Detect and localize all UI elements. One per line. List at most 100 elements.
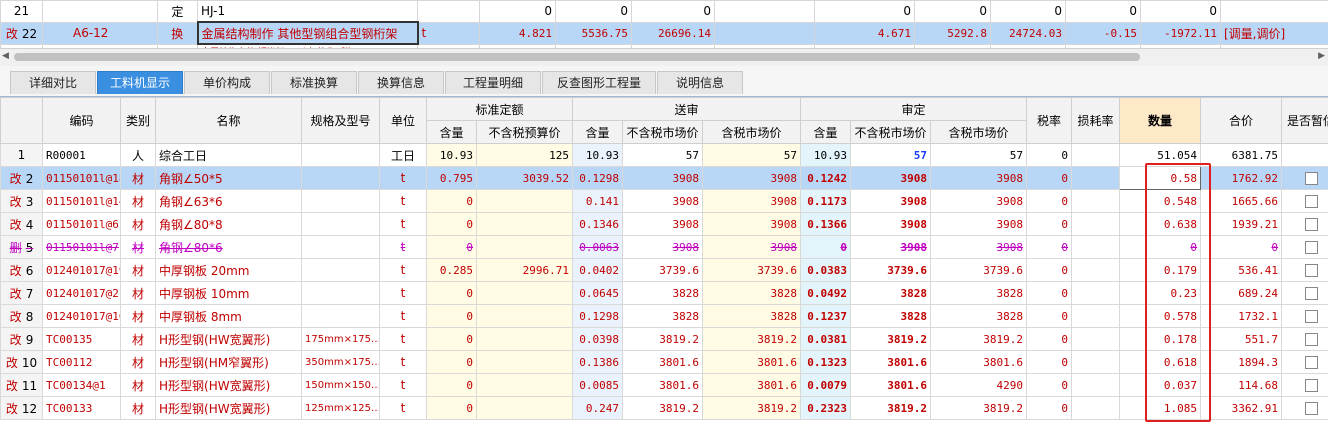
code-cell[interactable]: TC00135 <box>42 327 121 351</box>
tax-rate-cell[interactable]: 0 <box>1026 166 1073 190</box>
sub-price-ex-cell[interactable]: 3908 <box>622 212 704 236</box>
loss-rate-cell[interactable] <box>1071 373 1121 397</box>
sub-price-ex-cell[interactable]: 3908 <box>622 189 704 213</box>
sub-qty-cell[interactable]: 0.0645 <box>572 281 624 305</box>
code-cell[interactable]: 012401017@21 <box>42 281 121 305</box>
table-row[interactable]: 改 3 01150101l@14 材角钢∠63*6 t 0 0.141 3908 3908 0.1… <box>0 189 1328 213</box>
header-category[interactable]: 类别 <box>120 97 156 144</box>
sub-price-ex-cell[interactable]: 3819.2 <box>622 396 704 420</box>
tax-rate-cell[interactable]: 0 <box>1026 373 1073 397</box>
sub-qty-cell[interactable]: 0.247 <box>572 396 624 420</box>
name-cell[interactable]: H形型钢(HW宽翼形) <box>155 396 302 420</box>
sub-price-ex-cell[interactable]: 3801.6 <box>622 350 704 374</box>
provisional-checkbox[interactable] <box>1304 287 1318 300</box>
rev-price-ex-cell[interactable]: 3819.2 <box>850 396 932 420</box>
table-row[interactable]: 改 8 012401017@10 材中厚钢板 8mm t 0 0.1298 3828 3828 0… <box>0 304 1328 328</box>
provisional-checkbox[interactable] <box>1304 172 1318 185</box>
rev-price-in-cell[interactable]: 3828 <box>930 304 1028 328</box>
std-qty-cell[interactable]: 0 <box>426 327 477 351</box>
name-cell[interactable]: 综合工日 <box>155 143 302 167</box>
rev-price-in-cell[interactable]: 3908 <box>930 212 1028 236</box>
total-cell[interactable]: 1939.21 <box>1200 212 1283 236</box>
code-cell[interactable]: 01150101l@14 <box>42 189 121 213</box>
total-cell[interactable]: 551.7 <box>1200 327 1283 351</box>
provisional-checkbox[interactable] <box>1304 218 1318 231</box>
sub-qty-cell[interactable]: 10.93 <box>572 143 624 167</box>
row-number-cell[interactable]: 改 10 <box>0 350 43 374</box>
quantity-cell[interactable]: 0.037 <box>1119 373 1202 397</box>
tax-rate-cell[interactable]: 0 <box>1026 235 1073 259</box>
loss-rate-cell[interactable] <box>1071 166 1121 190</box>
provisional-cell[interactable] <box>1281 166 1328 190</box>
sub-price-in-cell[interactable]: 57 <box>702 143 802 167</box>
rev-price-ex-cell[interactable]: 3908 <box>850 189 932 213</box>
rev-price-in-cell[interactable]: 3828 <box>930 281 1028 305</box>
table-row[interactable]: 改 9 TC00135 材 H形型钢(HW宽翼形) 175mm×175… t 0 0.0398 3… <box>0 327 1328 351</box>
upper-name[interactable]: HJ-1 <box>197 0 418 23</box>
rev-price-ex-cell[interactable]: 3828 <box>850 281 932 305</box>
rev-price-ex-cell[interactable]: 3739.6 <box>850 258 932 282</box>
tab-1[interactable]: 详细对比 <box>10 71 96 94</box>
upper-row-number[interactable]: 改 22 <box>0 21 43 45</box>
rev-price-in-cell[interactable]: 3739.6 <box>930 258 1028 282</box>
std-qty-cell[interactable]: 0 <box>426 235 477 259</box>
upper-value-cell[interactable]: 24724.03 <box>990 21 1066 45</box>
upper-row-number[interactable]: 21 <box>0 0 43 23</box>
provisional-checkbox[interactable] <box>1304 333 1318 346</box>
category-cell[interactable]: 材 <box>120 350 156 374</box>
upper-value-cell[interactable] <box>714 0 815 23</box>
provisional-checkbox[interactable] <box>1304 356 1318 369</box>
header-quantity[interactable]: 数量 <box>1119 97 1202 144</box>
tax-rate-cell[interactable]: 0 <box>1026 281 1073 305</box>
row-number-cell[interactable]: 改 11 <box>0 373 43 397</box>
upper-type[interactable]: 换 <box>157 21 198 45</box>
scroll-right-icon[interactable]: ▶ <box>1318 51 1325 61</box>
tax-rate-cell[interactable]: 0 <box>1026 304 1073 328</box>
header-std-qty[interactable]: 含量 <box>426 120 477 144</box>
sub-price-in-cell[interactable]: 3908 <box>702 189 802 213</box>
header-spec[interactable]: 规格及型号 <box>301 97 380 144</box>
provisional-cell[interactable] <box>1281 235 1328 259</box>
sub-price-in-cell[interactable]: 3908 <box>702 235 802 259</box>
row-number-cell[interactable]: 改 12 <box>0 396 43 420</box>
unit-cell[interactable]: t <box>379 304 427 328</box>
total-cell[interactable]: 114.68 <box>1200 373 1283 397</box>
loss-rate-cell[interactable] <box>1071 189 1121 213</box>
rev-price-ex-cell[interactable]: 3908 <box>850 166 932 190</box>
loss-rate-cell[interactable] <box>1071 304 1121 328</box>
unit-cell[interactable]: t <box>379 373 427 397</box>
tab-2[interactable]: 工料机显示 <box>97 71 183 94</box>
quantity-cell[interactable]: 51.054 <box>1119 143 1202 167</box>
rev-price-in-cell[interactable]: 3908 <box>930 235 1028 259</box>
loss-rate-cell[interactable] <box>1071 350 1121 374</box>
upper-value-cell[interactable]: -0.15 <box>1065 21 1141 45</box>
code-cell[interactable]: 012401017@19 <box>42 258 121 282</box>
std-qty-cell[interactable]: 0.285 <box>426 258 477 282</box>
provisional-checkbox[interactable] <box>1304 402 1318 415</box>
sub-price-in-cell[interactable]: 3908 <box>702 212 802 236</box>
std-qty-cell[interactable]: 0 <box>426 304 477 328</box>
rev-price-ex-cell[interactable]: 3801.6 <box>850 350 932 374</box>
code-cell[interactable]: TC00133 <box>42 396 121 420</box>
sub-qty-cell[interactable]: 0.1386 <box>572 350 624 374</box>
name-cell[interactable]: 角钢∠80*6 <box>155 235 302 259</box>
row-number-cell[interactable]: 改9 <box>0 327 43 351</box>
category-cell[interactable]: 材 <box>120 327 156 351</box>
std-price-cell[interactable] <box>475 304 574 328</box>
provisional-cell[interactable] <box>1281 350 1328 374</box>
code-cell[interactable]: 01150101l@18 <box>42 166 121 190</box>
sub-price-in-cell[interactable]: 3828 <box>702 281 802 305</box>
upper-value-cell[interactable]: 0 <box>990 0 1066 23</box>
unit-cell[interactable]: t <box>379 258 427 282</box>
std-price-cell[interactable]: 3039.52 <box>475 166 574 190</box>
upper-value-cell[interactable]: 26696.14 <box>631 21 715 45</box>
sub-qty-cell[interactable]: 0.0398 <box>572 327 624 351</box>
provisional-cell[interactable] <box>1281 304 1328 328</box>
total-cell[interactable]: 6381.75 <box>1200 143 1283 167</box>
sub-qty-cell[interactable]: 0.1298 <box>572 304 624 328</box>
total-cell[interactable]: 3362.91 <box>1200 396 1283 420</box>
scrollbar-thumb[interactable] <box>14 53 1140 61</box>
unit-cell[interactable]: t <box>379 212 427 236</box>
category-cell[interactable]: 材 <box>120 373 156 397</box>
unit-cell[interactable]: 工日 <box>379 143 427 167</box>
